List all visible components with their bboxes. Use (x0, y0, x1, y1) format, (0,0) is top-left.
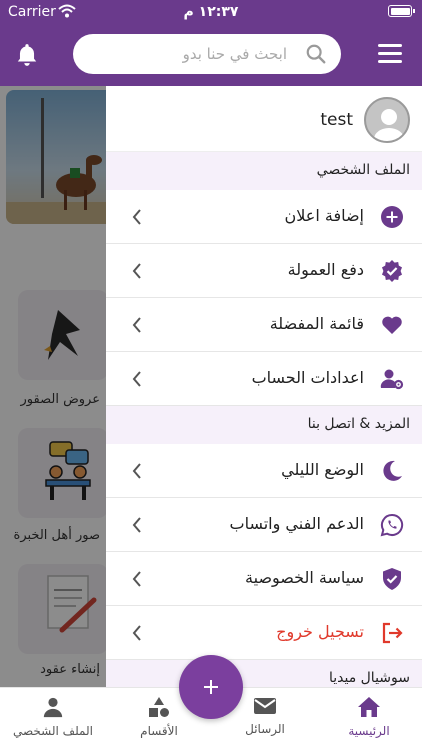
search-input[interactable]: ابحث في حنا بدو (73, 34, 341, 74)
home-icon (358, 697, 380, 717)
menu-item-label: قائمة المفضلة (269, 314, 364, 333)
chevron-left-icon (132, 463, 141, 479)
person-icon (43, 697, 63, 718)
tab-label: الأقسام (140, 724, 178, 738)
menu-item-privacy-policy[interactable]: سياسة الخصوصية (106, 552, 422, 606)
add-floating-button[interactable] (179, 655, 243, 719)
menu-item-label: اعدادات الحساب (251, 368, 364, 387)
battery-icon (388, 5, 415, 17)
chevron-left-icon (132, 371, 141, 387)
menu-item-whatsapp-support[interactable]: الدعم الفني واتساب (106, 498, 422, 552)
menu-item-label: الوضع الليلي (281, 460, 364, 479)
menu-item-label: تسجيل خروج (276, 622, 364, 641)
avatar (364, 97, 410, 143)
search-icon (306, 44, 326, 64)
tab-profile[interactable]: الملف الشخصي (8, 696, 98, 738)
tab-label: الملف الشخصي (13, 724, 93, 738)
notification-bell-icon[interactable] (14, 42, 40, 68)
shield-check-icon (383, 568, 401, 590)
search-placeholder: ابحث في حنا بدو (182, 45, 287, 63)
section-title: الملف الشخصي (316, 162, 410, 178)
whatsapp-icon (380, 513, 404, 537)
hamburger-menu-icon[interactable] (378, 44, 402, 64)
menu-item-label: دفع العمولة (287, 260, 364, 279)
tab-label: الرسائل (245, 722, 285, 736)
app-header: ابحث في حنا بدو (0, 24, 422, 86)
chevron-left-icon (132, 263, 141, 279)
menu-item-logout[interactable]: تسجيل خروج (106, 606, 422, 660)
mail-icon (254, 698, 276, 714)
drawer-scrim[interactable] (0, 86, 106, 687)
chevron-left-icon (132, 625, 141, 641)
heart-icon (382, 316, 402, 334)
menu-item-add-ad[interactable]: إضافة اعلان (106, 190, 422, 244)
menu-item-pay-commission[interactable]: دفع العمولة (106, 244, 422, 298)
side-drawer: test الملف الشخصي إضافة اعلان دفع العمول… (106, 86, 422, 687)
menu-item-account-settings[interactable]: اعدادات الحساب (106, 352, 422, 406)
shapes-icon (149, 697, 169, 717)
plus-circle-icon (381, 206, 403, 228)
drawer-profile-header[interactable]: test (106, 86, 422, 152)
moon-icon (383, 460, 402, 481)
chevron-left-icon (132, 317, 141, 333)
logout-icon (382, 622, 403, 644)
chevron-left-icon (132, 209, 141, 225)
tab-home[interactable]: الرئيسية (324, 696, 414, 738)
section-title: المزيد & اتصل بنا (307, 416, 410, 432)
status-bar: Carrier ١٢:٣٧ م (0, 0, 422, 24)
username: test (320, 110, 353, 130)
section-header-profile: الملف الشخصي (106, 152, 422, 190)
chevron-left-icon (132, 517, 141, 533)
section-title: سوشيال ميديا (328, 670, 410, 686)
verified-badge-icon (382, 260, 402, 282)
menu-item-label: إضافة اعلان (284, 206, 364, 225)
user-settings-icon (380, 369, 404, 390)
clock: ١٢:٣٧ م (183, 4, 239, 20)
section-header-social: سوشيال ميديا (106, 660, 422, 687)
menu-item-label: سياسة الخصوصية (245, 568, 364, 587)
section-header-more: المزيد & اتصل بنا (106, 406, 422, 444)
menu-item-label: الدعم الفني واتساب (229, 514, 365, 533)
tab-label: الرئيسية (348, 724, 390, 738)
menu-item-dark-mode[interactable]: الوضع الليلي (106, 444, 422, 498)
menu-item-favorites[interactable]: قائمة المفضلة (106, 298, 422, 352)
chevron-left-icon (132, 571, 141, 587)
